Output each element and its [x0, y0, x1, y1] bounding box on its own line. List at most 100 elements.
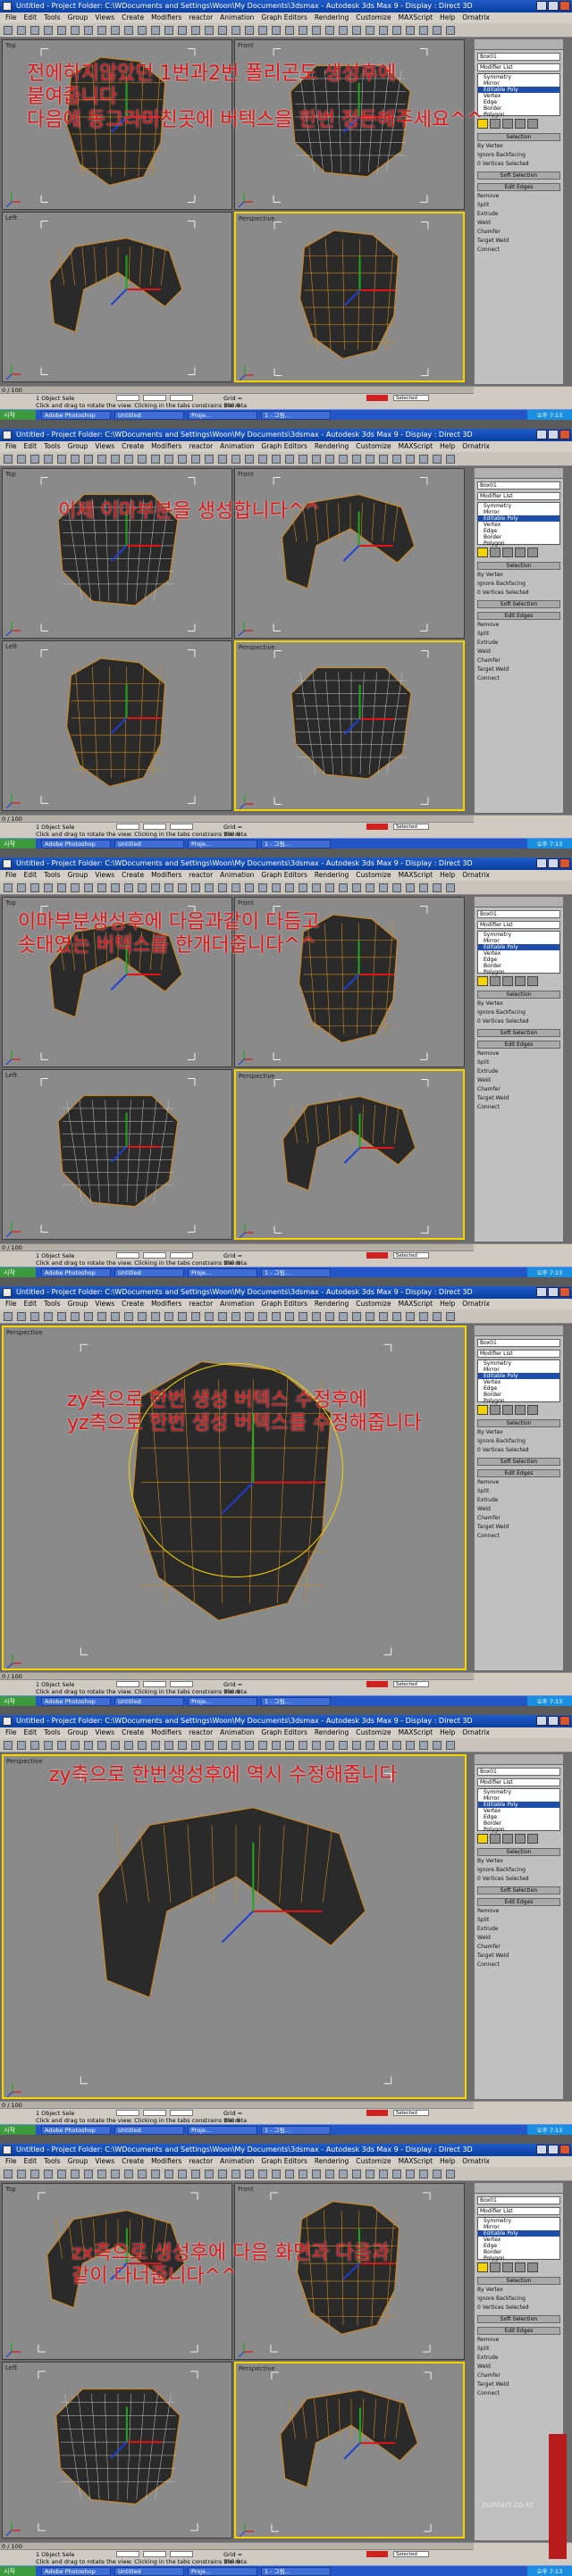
subobject-level-icon[interactable] — [527, 548, 538, 557]
menu-item-create[interactable]: Create — [122, 1727, 144, 1738]
subobject-level-icon[interactable] — [515, 976, 526, 986]
split-button[interactable]: Split — [477, 202, 560, 209]
menu-item-group[interactable]: Group — [68, 13, 88, 23]
toolbar-tool-icon[interactable] — [299, 883, 307, 892]
subobject-level-icon[interactable] — [515, 119, 526, 129]
toolbar-tool-icon[interactable] — [419, 883, 428, 892]
taskbar-item[interactable]: Adobe Photoshop — [41, 1697, 111, 1706]
subobject-level-icon[interactable] — [477, 2262, 488, 2272]
extrude-button[interactable]: Extrude — [477, 211, 560, 218]
modifier-stack-item[interactable]: Vertex — [478, 950, 559, 957]
toolbar-tool-icon[interactable] — [4, 2170, 13, 2179]
start-button[interactable]: 시작 — [0, 2125, 36, 2135]
close-button[interactable] — [559, 1716, 570, 1726]
toolbar-tool-icon[interactable] — [71, 883, 80, 892]
toolbar-tool-icon[interactable] — [339, 1741, 348, 1750]
toolbar-tool-icon[interactable] — [379, 455, 388, 464]
extrude-button[interactable]: Extrude — [477, 1068, 560, 1075]
toolbar-tool-icon[interactable] — [285, 1312, 294, 1321]
toolbar-tool-icon[interactable] — [178, 455, 187, 464]
menu-item-customize[interactable]: Customize — [356, 2156, 391, 2167]
toolbar-tool-icon[interactable] — [433, 26, 442, 35]
toolbar-tool-icon[interactable] — [406, 1312, 415, 1321]
object-name-field[interactable]: Box01 — [477, 910, 560, 918]
toolbar-tool-icon[interactable] — [352, 1741, 361, 1750]
toolbar-tool-icon[interactable] — [191, 883, 200, 892]
toolbar-tool-icon[interactable] — [419, 2170, 428, 2179]
menu-item-rendering[interactable]: Rendering — [315, 441, 349, 452]
menu-item-rendering[interactable]: Rendering — [315, 1299, 349, 1309]
coordinate-field[interactable] — [170, 395, 193, 401]
toolbar-tool-icon[interactable] — [446, 26, 455, 35]
ignore-backfacing-checkbox[interactable]: Ignore Backfacing — [477, 1009, 560, 1016]
toolbar-tool-icon[interactable] — [71, 2170, 80, 2179]
toolbar-tool-icon[interactable] — [57, 2170, 66, 2179]
modifier-stack-item[interactable]: Symmetry — [478, 2218, 559, 2224]
subobject-level-icon[interactable] — [477, 548, 488, 557]
command-panel-tabs[interactable] — [475, 897, 563, 907]
viewport-left[interactable]: Left — [2, 2362, 232, 2538]
modifier-stack-item[interactable]: Polygon — [478, 969, 559, 975]
edit-edges-rollout[interactable]: Edit Edges — [477, 183, 560, 191]
modifier-stack-item[interactable]: Editable Poly — [478, 2230, 559, 2237]
modifier-stack-item[interactable]: Mirror — [478, 2224, 559, 2230]
taskbar-item[interactable]: Proje... — [188, 411, 257, 420]
connect-button[interactable]: Connect — [477, 1961, 560, 1969]
by-vertex-checkbox[interactable]: By Vertex — [477, 2287, 560, 2294]
menu-item-ornatrix[interactable]: Ornatrix — [462, 13, 490, 23]
connect-button[interactable]: Connect — [477, 1533, 560, 1540]
toolbar-tool-icon[interactable] — [231, 883, 240, 892]
toolbar-tool-icon[interactable] — [325, 26, 334, 35]
toolbar-tool-icon[interactable] — [325, 2170, 334, 2179]
menu-item-reactor[interactable]: reactor — [189, 1299, 213, 1309]
toolbar-tool-icon[interactable] — [339, 883, 348, 892]
toolbar-tool-icon[interactable] — [138, 1312, 147, 1321]
menu-item-customize[interactable]: Customize — [356, 1727, 391, 1738]
taskbar-item[interactable]: 1 - 그림... — [261, 2126, 331, 2135]
toolbar-tool-icon[interactable] — [406, 455, 415, 464]
auto-key-button[interactable] — [366, 824, 388, 830]
extrude-button[interactable]: Extrude — [477, 1926, 560, 1933]
toolbar-tool-icon[interactable] — [97, 26, 106, 35]
minimize-button[interactable] — [536, 1716, 547, 1726]
weld-button[interactable]: Weld — [477, 1077, 560, 1084]
toolbar-tool-icon[interactable] — [325, 455, 334, 464]
taskbar-item[interactable]: Adobe Photoshop — [41, 840, 111, 849]
menu-item-file[interactable]: File — [5, 870, 17, 881]
toolbar-tool-icon[interactable] — [272, 883, 281, 892]
modifier-stack-item[interactable]: Symmetry — [478, 503, 559, 509]
menu-item-views[interactable]: Views — [95, 441, 114, 452]
close-button[interactable] — [559, 1287, 570, 1297]
start-button[interactable]: 시작 — [0, 410, 36, 420]
soft-selection-rollout[interactable]: Soft Selection — [477, 171, 560, 180]
toolbar-tool-icon[interactable] — [299, 1741, 307, 1750]
coordinate-field[interactable] — [116, 1252, 139, 1259]
subobject-level-icon[interactable] — [515, 1834, 526, 1844]
modifier-stack-item[interactable]: Symmetry — [478, 932, 559, 938]
toolbar-tool-icon[interactable] — [17, 2170, 26, 2179]
toolbar-tool-icon[interactable] — [258, 883, 267, 892]
toolbar-tool-icon[interactable] — [218, 26, 227, 35]
toolbar-tool-icon[interactable] — [433, 1312, 442, 1321]
modifier-list-dropdown[interactable]: Modifier List — [477, 2207, 560, 2215]
modifier-stack-item[interactable]: Mirror — [478, 1795, 559, 1802]
toolbar-tool-icon[interactable] — [84, 26, 93, 35]
menu-item-modifiers[interactable]: Modifiers — [151, 2156, 181, 2167]
menu-item-help[interactable]: Help — [440, 1727, 455, 1738]
menu-item-help[interactable]: Help — [440, 13, 455, 23]
taskbar-item[interactable]: Untitled — [114, 2126, 184, 2135]
menu-item-file[interactable]: File — [5, 1727, 17, 1738]
toolbar-tool-icon[interactable] — [57, 26, 66, 35]
toolbar-tool-icon[interactable] — [205, 1741, 214, 1750]
toolbar-tool-icon[interactable] — [138, 26, 147, 35]
toolbar-tool-icon[interactable] — [245, 26, 254, 35]
modifier-stack-item[interactable]: Editable Poly — [478, 87, 559, 93]
viewport-label[interactable]: Perspective — [239, 644, 275, 651]
menu-item-customize[interactable]: Customize — [356, 441, 391, 452]
toolbar-tool-icon[interactable] — [325, 1312, 334, 1321]
toolbar-tool-icon[interactable] — [30, 1741, 39, 1750]
ignore-backfacing-checkbox[interactable]: Ignore Backfacing — [477, 152, 560, 159]
toolbar-tool-icon[interactable] — [379, 1741, 388, 1750]
viewport-label[interactable]: Perspective — [6, 1758, 43, 1765]
toolbar-tool-icon[interactable] — [138, 2170, 147, 2179]
